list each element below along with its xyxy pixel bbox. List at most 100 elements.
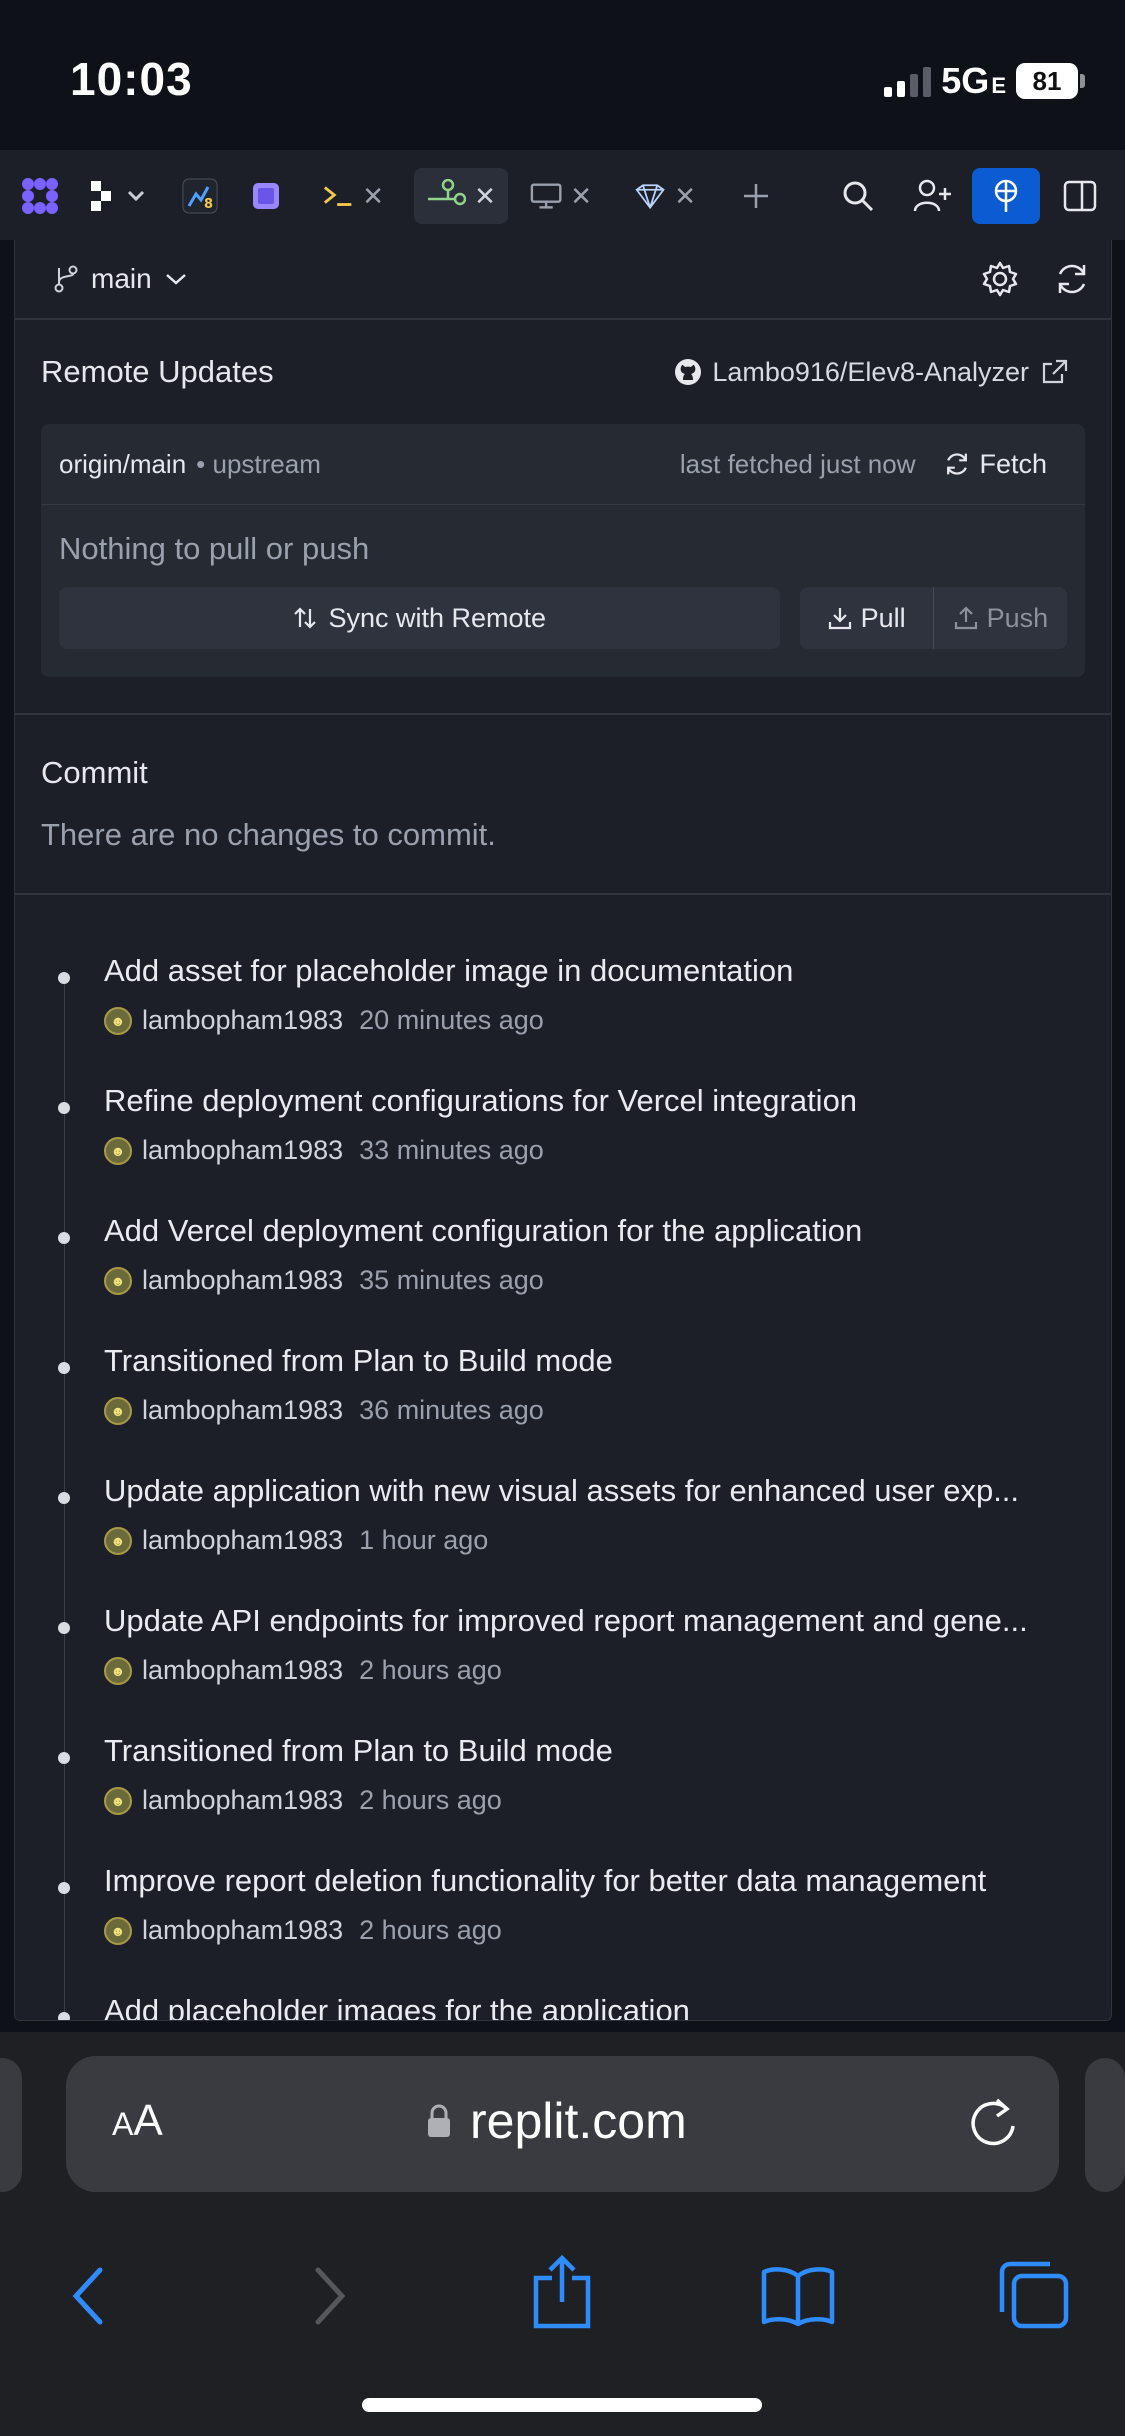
commit-entry[interactable]: Update API endpoints for improved report…: [15, 1589, 1111, 1719]
remote-status-card: origin/main • upstream last fetched just…: [41, 424, 1085, 677]
sidebar-toggle-icon[interactable]: [1060, 168, 1100, 224]
commit-entry[interactable]: Refine deployment configurations for Ver…: [15, 1069, 1111, 1199]
commit-author: lambopham1983: [142, 1265, 344, 1295]
battery-icon: 81: [1016, 63, 1085, 99]
external-link-icon: [1042, 359, 1068, 384]
commit-message: Update application with new visual asset…: [104, 1473, 1020, 1508]
deploy-icon[interactable]: [972, 168, 1040, 224]
commit-meta: ☻ lambopham1983 20 minutes ago: [104, 1005, 544, 1036]
commit-time: 35 minutes ago: [359, 1265, 544, 1295]
close-icon[interactable]: ✕: [474, 181, 496, 212]
repo-name: Lambo916/Elev8-Analyzer: [712, 356, 1029, 387]
pull-label: Pull: [860, 602, 906, 633]
apps-icon[interactable]: [18, 168, 62, 224]
avatar: ☻: [104, 1266, 132, 1295]
commit-author: lambopham1983: [142, 1915, 344, 1945]
commit-message: Add Vercel deployment configuration for …: [104, 1213, 863, 1248]
share-icon[interactable]: [530, 2254, 594, 2330]
commit-dot: [58, 2012, 70, 2020]
upload-icon: [954, 606, 977, 630]
commit-entry[interactable]: Transitioned from Plan to Build mode ☻ lam…: [15, 1329, 1111, 1459]
status-indicators: 5GE 81: [884, 60, 1085, 102]
commit-message: Refine deployment configurations for Ver…: [104, 1083, 858, 1118]
sort-arrows-icon: [294, 607, 317, 629]
text-size-button[interactable]: AAAA: [112, 2096, 163, 2146]
commit-meta: ☻ lambopham1983 2 hours ago: [104, 1785, 502, 1816]
forward-icon[interactable]: [308, 2264, 352, 2328]
refresh-icon[interactable]: [1053, 260, 1091, 298]
commit-author: lambopham1983: [142, 1785, 344, 1815]
safari-toolbar: AAAA replit.com: [0, 2032, 1125, 2436]
battery-level: 81: [1016, 63, 1078, 99]
fetch-label: Fetch: [979, 448, 1047, 479]
commit-author: lambopham1983: [142, 1525, 344, 1555]
bookmarks-icon[interactable]: [760, 2264, 836, 2328]
repl-avatar-icon[interactable]: 8: [180, 168, 220, 224]
commit-meta: ☻ lambopham1983 33 minutes ago: [104, 1135, 544, 1166]
commit-dot: [58, 972, 70, 984]
previous-tab-peek[interactable]: [0, 2058, 22, 2192]
branch-selector[interactable]: main: [53, 263, 188, 295]
commit-entry[interactable]: Add placeholder images for the applicati…: [15, 1979, 1111, 2020]
search-icon[interactable]: [838, 168, 878, 224]
download-icon: [828, 608, 851, 630]
shell-tab[interactable]: ✕: [322, 168, 384, 224]
invite-icon[interactable]: [910, 168, 954, 224]
next-tab-peek[interactable]: [1085, 2058, 1125, 2192]
sync-with-remote-button[interactable]: Sync with Remote: [59, 587, 780, 649]
commit-time: 20 minutes ago: [359, 1005, 544, 1035]
remote-updates-title: Remote Updates: [41, 354, 274, 389]
reload-icon[interactable]: [967, 2094, 1019, 2148]
commit-dot: [58, 1492, 70, 1504]
commit-entry[interactable]: Add Vercel deployment configuration for …: [15, 1199, 1111, 1329]
commit-dot: [58, 1102, 70, 1114]
agent-tab[interactable]: ✕: [634, 168, 696, 224]
close-icon[interactable]: ✕: [362, 181, 384, 212]
address-bar[interactable]: AAAA replit.com: [66, 2056, 1059, 2192]
cellular-signal-icon: [884, 65, 932, 97]
commit-meta: ☻ lambopham1983 2 hours ago: [104, 1915, 502, 1946]
commit-author: lambopham1983: [142, 1005, 344, 1035]
commit-entry[interactable]: Transitioned from Plan to Build mode ☻ lam…: [15, 1719, 1111, 1849]
new-tab-plus-icon[interactable]: [736, 168, 776, 224]
commit-section: Commit There are no changes to commit.: [15, 715, 1111, 853]
lock-icon: [428, 2104, 450, 2137]
commit-meta: ☻ lambopham1983 1 hour ago: [104, 1525, 488, 1556]
status-bar: 10:03 5GE 81: [0, 0, 1125, 150]
avatar: ☻: [104, 1916, 132, 1945]
pull-push-group: Pull Push: [799, 587, 1067, 649]
git-panel: main Remote Updates Lambo916/Elev8-Analy…: [14, 240, 1112, 2021]
fetch-button[interactable]: Fetch: [943, 449, 1047, 480]
gear-icon[interactable]: [981, 260, 1019, 298]
webview-tab[interactable]: ✕: [530, 168, 592, 224]
commit-author: lambopham1983: [142, 1655, 344, 1685]
commit-message: Transitioned from Plan to Build mode: [104, 1343, 613, 1378]
avatar: ☻: [104, 1786, 132, 1815]
workspace-switcher-icon[interactable]: [86, 168, 152, 224]
commit-time: 2 hours ago: [359, 1785, 502, 1815]
branch-bar: main: [15, 240, 1111, 320]
pull-button[interactable]: Pull: [800, 587, 933, 649]
browser-nav: [0, 2232, 1125, 2362]
last-fetched: last fetched just now: [679, 448, 916, 479]
commit-entry[interactable]: Update application with new visual asset…: [15, 1459, 1111, 1589]
commit-entry[interactable]: Improve report deletion functionality fo…: [15, 1849, 1111, 1979]
commit-time: 2 hours ago: [359, 1655, 502, 1685]
preview-square-icon[interactable]: [248, 168, 284, 224]
commit-title: Commit: [41, 755, 148, 790]
workspace-toolbar: 8 ✕ ✕ ✕ ✕: [0, 150, 1125, 240]
close-icon[interactable]: ✕: [674, 181, 696, 212]
repo-link[interactable]: Lambo916/Elev8-Analyzer: [674, 357, 1069, 388]
back-icon[interactable]: [66, 2264, 110, 2328]
push-button[interactable]: Push: [932, 587, 1067, 649]
svg-text:8: 8: [204, 197, 213, 212]
avatar: ☻: [104, 1006, 132, 1035]
commit-time: 1 hour ago: [359, 1525, 489, 1555]
commit-entry[interactable]: Add asset for placeholder image in docum…: [15, 939, 1111, 1069]
tabs-icon[interactable]: [998, 2260, 1070, 2330]
git-tab[interactable]: ✕: [414, 168, 508, 224]
push-label: Push: [986, 602, 1049, 633]
url-display[interactable]: replit.com: [426, 2092, 687, 2150]
close-icon[interactable]: ✕: [570, 181, 592, 212]
commit-dot: [58, 1882, 70, 1894]
